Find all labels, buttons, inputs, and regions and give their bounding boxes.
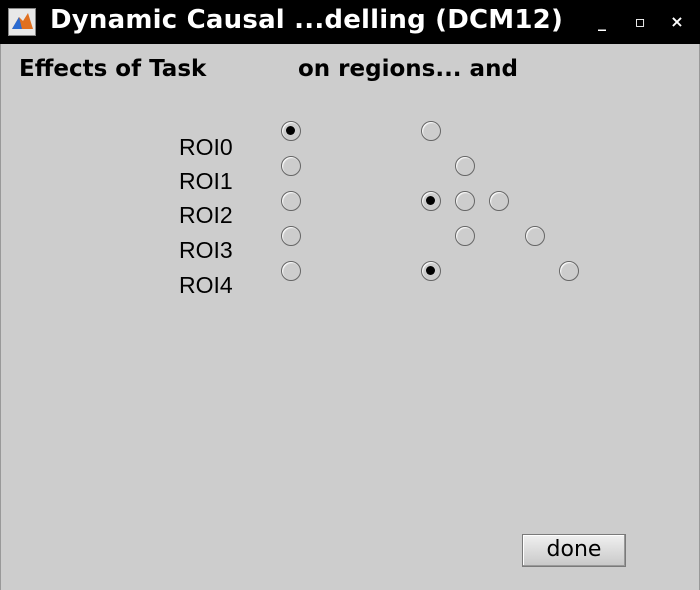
dcm-window: Dynamic Causal ...delling (DCM12) _ ▫ × …: [0, 0, 700, 590]
region-effect-radio[interactable]: [281, 261, 301, 281]
region-label: ROI3: [179, 237, 233, 263]
connection-effect-radio[interactable]: [525, 226, 545, 246]
connection-effect-radio[interactable]: [455, 191, 475, 211]
done-button[interactable]: done: [522, 534, 626, 567]
connection-effect-radio[interactable]: [455, 226, 475, 246]
region-label: ROI2: [179, 202, 233, 228]
region-effect-radio[interactable]: [281, 121, 301, 141]
region-effect-radio[interactable]: [281, 191, 301, 211]
region-label: ROI0: [179, 134, 233, 160]
connection-effect-radio[interactable]: [421, 121, 441, 141]
matlab-icon: [8, 8, 36, 36]
connection-effect-radio[interactable]: [455, 156, 475, 176]
heading-regions: on regions... and: [298, 56, 518, 82]
maximize-button[interactable]: ▫: [628, 10, 652, 34]
minimize-button[interactable]: _: [590, 10, 614, 34]
connection-effect-radio[interactable]: [421, 191, 441, 211]
region-label: ROI1: [179, 168, 233, 194]
close-button[interactable]: ×: [665, 10, 689, 34]
region-label: ROI4: [179, 272, 233, 298]
window-title: Dynamic Causal ...delling (DCM12): [50, 5, 564, 35]
connection-effect-radio[interactable]: [559, 261, 579, 281]
region-effect-radio[interactable]: [281, 156, 301, 176]
client-area: Effects of Task on regions... and ROI0 R…: [0, 44, 700, 590]
heading-effects: Effects of Task: [19, 56, 207, 82]
connection-effect-radio[interactable]: [421, 261, 441, 281]
connection-effect-radio[interactable]: [489, 191, 509, 211]
titlebar: Dynamic Causal ...delling (DCM12) _ ▫ ×: [0, 0, 700, 44]
region-effect-radio[interactable]: [281, 226, 301, 246]
